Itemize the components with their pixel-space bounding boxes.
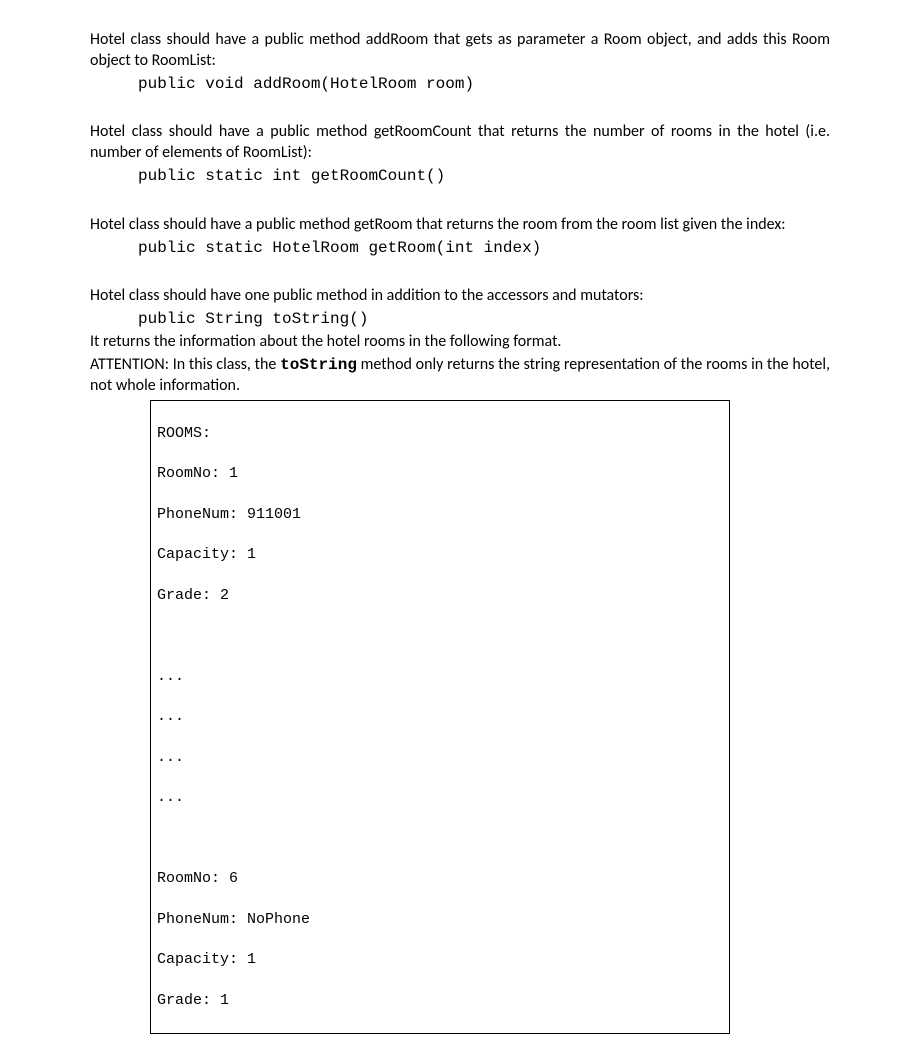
output-line: RoomNo: 1 — [157, 464, 723, 484]
output-line: PhoneNum: NoPhone — [157, 910, 723, 930]
code-getroomcount: public static int getRoomCount() — [138, 166, 830, 187]
output-line: Grade: 2 — [157, 586, 723, 606]
output-line: ... — [157, 788, 723, 808]
output-box: ROOMS: RoomNo: 1 PhoneNum: 911001 Capaci… — [150, 400, 730, 1034]
output-line: PhoneNum: 911001 — [157, 505, 723, 525]
output-line: Grade: 1 — [157, 991, 723, 1011]
output-line — [157, 626, 723, 646]
attention-prefix: ATTENTION: In this class, the — [90, 355, 280, 374]
output-line: ... — [157, 667, 723, 687]
attention-bold: toString — [280, 356, 357, 374]
section-tostring: Hotel class should have one public metho… — [90, 286, 830, 396]
output-line: RoomNo: 6 — [157, 869, 723, 889]
output-line: Capacity: 1 — [157, 545, 723, 565]
code-getroom: public static HotelRoom getRoom(int inde… — [138, 238, 830, 259]
output-line: ... — [157, 707, 723, 727]
code-tostring: public String toString() — [138, 309, 830, 330]
output-line: Capacity: 1 — [157, 950, 723, 970]
output-line: ... — [157, 748, 723, 768]
paragraph-addroom: Hotel class should have a public method … — [90, 30, 830, 72]
section-getroom: Hotel class should have a public method … — [90, 215, 830, 259]
paragraph-getroom: Hotel class should have a public method … — [90, 215, 830, 236]
section-getroomcount: Hotel class should have a public method … — [90, 122, 830, 186]
code-addroom: public void addRoom(HotelRoom room) — [138, 74, 830, 95]
section-addroom: Hotel class should have a public method … — [90, 30, 830, 94]
output-line — [157, 829, 723, 849]
paragraph-tostring-desc: It returns the information about the hot… — [90, 332, 830, 353]
paragraph-tostring-intro: Hotel class should have one public metho… — [90, 286, 830, 307]
paragraph-attention: ATTENTION: In this class, the toString m… — [90, 355, 830, 397]
output-line: ROOMS: — [157, 424, 723, 444]
paragraph-getroomcount: Hotel class should have a public method … — [90, 122, 830, 164]
